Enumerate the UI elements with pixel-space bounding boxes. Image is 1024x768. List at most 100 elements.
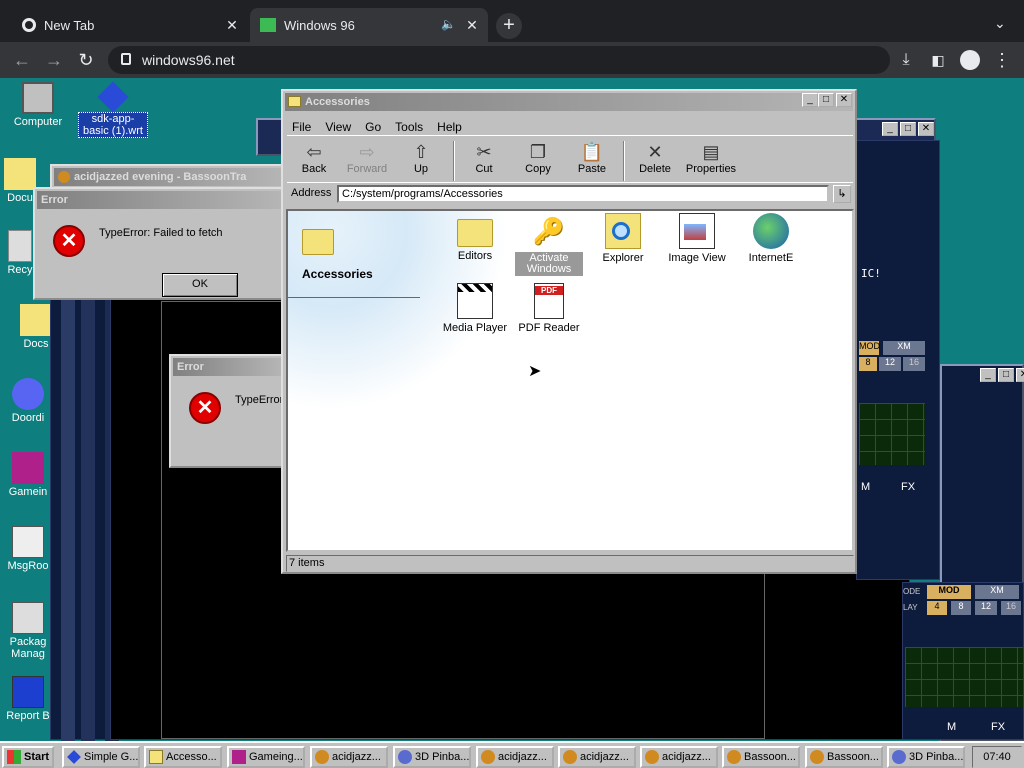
paste-button[interactable]: 📋 Paste [567,141,617,175]
reload-icon[interactable]: ↻ [74,48,98,72]
clock: 07:40 [972,746,1022,768]
menu-tools[interactable]: Tools [395,120,423,134]
close-button[interactable]: ✕ [1016,368,1024,382]
delete-button[interactable]: ✕ Delete [630,141,680,175]
tracker-4-button[interactable]: 4 [927,601,947,615]
copy-button[interactable]: ❐ Copy [513,141,563,175]
desktop-icon-sdk-app[interactable]: sdk-app-basic (1).wrt [78,81,148,138]
tracker-8-button[interactable]: 8 [951,601,971,615]
desktop-icon-report-bug[interactable]: Report B [0,676,56,722]
desktop-icon-computer[interactable]: Computer [3,82,73,128]
tracker-mod-button[interactable]: MOD [859,341,880,355]
file-item-pdf-reader[interactable]: PDF PDF Reader [512,283,586,334]
folder-icon [457,219,493,247]
file-item-media-player[interactable]: Media Player [438,283,512,334]
taskbar-button[interactable]: 3D Pinba... [887,746,965,768]
go-button[interactable]: ↳ [833,185,851,203]
address-bar[interactable]: windows96.net [108,46,890,74]
new-tab-button[interactable]: + [496,13,522,39]
taskbar-button[interactable]: acidjazz... [476,746,554,768]
file-item-editors[interactable]: Editors [438,213,512,262]
menu-view[interactable]: View [325,120,351,134]
file-label: InternetE [748,252,794,264]
window-title[interactable]: Error [37,191,281,209]
taskbar-button[interactable]: acidjazz... [558,746,636,768]
close-tab-icon[interactable]: ✕ [464,17,480,33]
tracker-16-button[interactable]: 16 [903,357,925,371]
desktop-icon-package-manager[interactable]: Packag Manag [0,602,56,660]
maximize-button[interactable]: □ [818,93,834,107]
up-button[interactable]: ⇧ Up [396,141,446,175]
tracker-xm-button[interactable]: XM [975,585,1019,599]
tracker-m-button[interactable]: M [947,721,956,733]
window-title[interactable]: Accessories [285,93,853,111]
side-panel-icon[interactable]: ◧ [926,48,950,72]
browser-menu-icon[interactable]: ⋮ [990,48,1014,72]
folder-icon [288,96,301,107]
tab-label: Windows 96 [284,17,355,33]
tracker-xm-button[interactable]: XM [883,341,925,355]
taskbar-button[interactable]: acidjazz... [310,746,388,768]
file-item-image-view[interactable]: Image View [660,213,734,264]
close-tab-icon[interactable]: ✕ [224,17,240,33]
back-button[interactable]: ⇦ Back [289,141,339,175]
taskbar-button[interactable]: Gameing... [227,746,305,768]
tracker-16-button[interactable]: 16 [1001,601,1021,615]
magnifier-folder-icon [605,213,641,249]
minimize-button[interactable]: _ [882,122,898,136]
tracker-m-button[interactable]: M [861,481,870,493]
cut-button[interactable]: ✂ Cut [459,141,509,175]
file-item-internete[interactable]: InternetE [734,213,808,264]
window-title[interactable]: acidjazzed evening - BassoonTra [54,168,282,186]
gaming-cube-icon [12,452,44,484]
taskbar-button[interactable]: Bassoon... [805,746,883,768]
profile-avatar-icon[interactable] [958,48,982,72]
address-input[interactable]: C:/system/programs/Accessories [337,185,829,203]
start-button[interactable]: Start [2,746,54,768]
tracker-mod-button[interactable]: MOD [927,585,971,599]
back-arrow-icon[interactable]: ← [10,48,34,72]
pinball-icon [892,750,906,764]
tab-new-tab[interactable]: New Tab ✕ [8,8,248,42]
menu-go[interactable]: Go [365,120,381,134]
menu-help[interactable]: Help [437,120,462,134]
maximize-button[interactable]: □ [998,368,1014,382]
taskbar-button[interactable]: acidjazz... [640,746,718,768]
desktop-icon-msgroom[interactable]: MsgRoo [0,526,56,572]
properties-button[interactable]: ▤ Properties [681,141,741,175]
minimize-button[interactable]: _ [980,368,996,382]
ok-button[interactable]: OK [162,273,238,297]
file-item-activate-windows[interactable]: 🔑 Activate Windows [512,213,586,276]
close-button[interactable]: ✕ [836,93,852,107]
menu-file[interactable]: File [292,120,311,134]
desktop-icon-doordi[interactable]: Doordi [0,378,56,424]
tracker-text: IC! [861,267,881,280]
tab-search-chevron-icon[interactable]: ⌄ [994,15,1006,32]
status-bar: 7 items [286,555,854,572]
tracker-12-button[interactable]: 12 [975,601,997,615]
desktop-icon-gamein[interactable]: Gamein [0,452,56,498]
taskbar-button[interactable]: Bassoon... [722,746,800,768]
window-title[interactable]: Error [173,358,281,376]
taskbar-button[interactable]: 3D Pinba... [393,746,471,768]
tracker-fx-button[interactable]: FX [901,481,915,493]
minimize-button[interactable]: _ [802,93,818,107]
desktop-icon-label: Computer [13,116,63,128]
tracker-12-button[interactable]: 12 [879,357,901,371]
forward-arrow-icon[interactable]: → [42,48,66,72]
tracker-fx-button[interactable]: FX [991,721,1005,733]
speaker-icon[interactable]: 🔈 [441,17,456,31]
taskbar-button[interactable]: Simple G... [62,746,140,768]
maximize-button[interactable]: □ [900,122,916,136]
error-message: TypeError [235,394,284,406]
forward-button[interactable]: ⇨ Forward [342,141,392,175]
tracker-8-button[interactable]: 8 [859,357,877,371]
file-item-explorer[interactable]: Explorer [586,213,660,264]
pinball-icon [398,750,412,764]
download-icon[interactable]: ⤓ [894,48,918,72]
taskbar-button[interactable]: Accesso... [144,746,222,768]
tab-windows96[interactable]: Windows 96 🔈 ✕ [250,8,488,42]
close-button[interactable]: ✕ [918,122,934,136]
bassoon-icon [645,750,659,764]
file-view: Accessories Editors 🔑 Activate Windows E… [286,209,854,552]
